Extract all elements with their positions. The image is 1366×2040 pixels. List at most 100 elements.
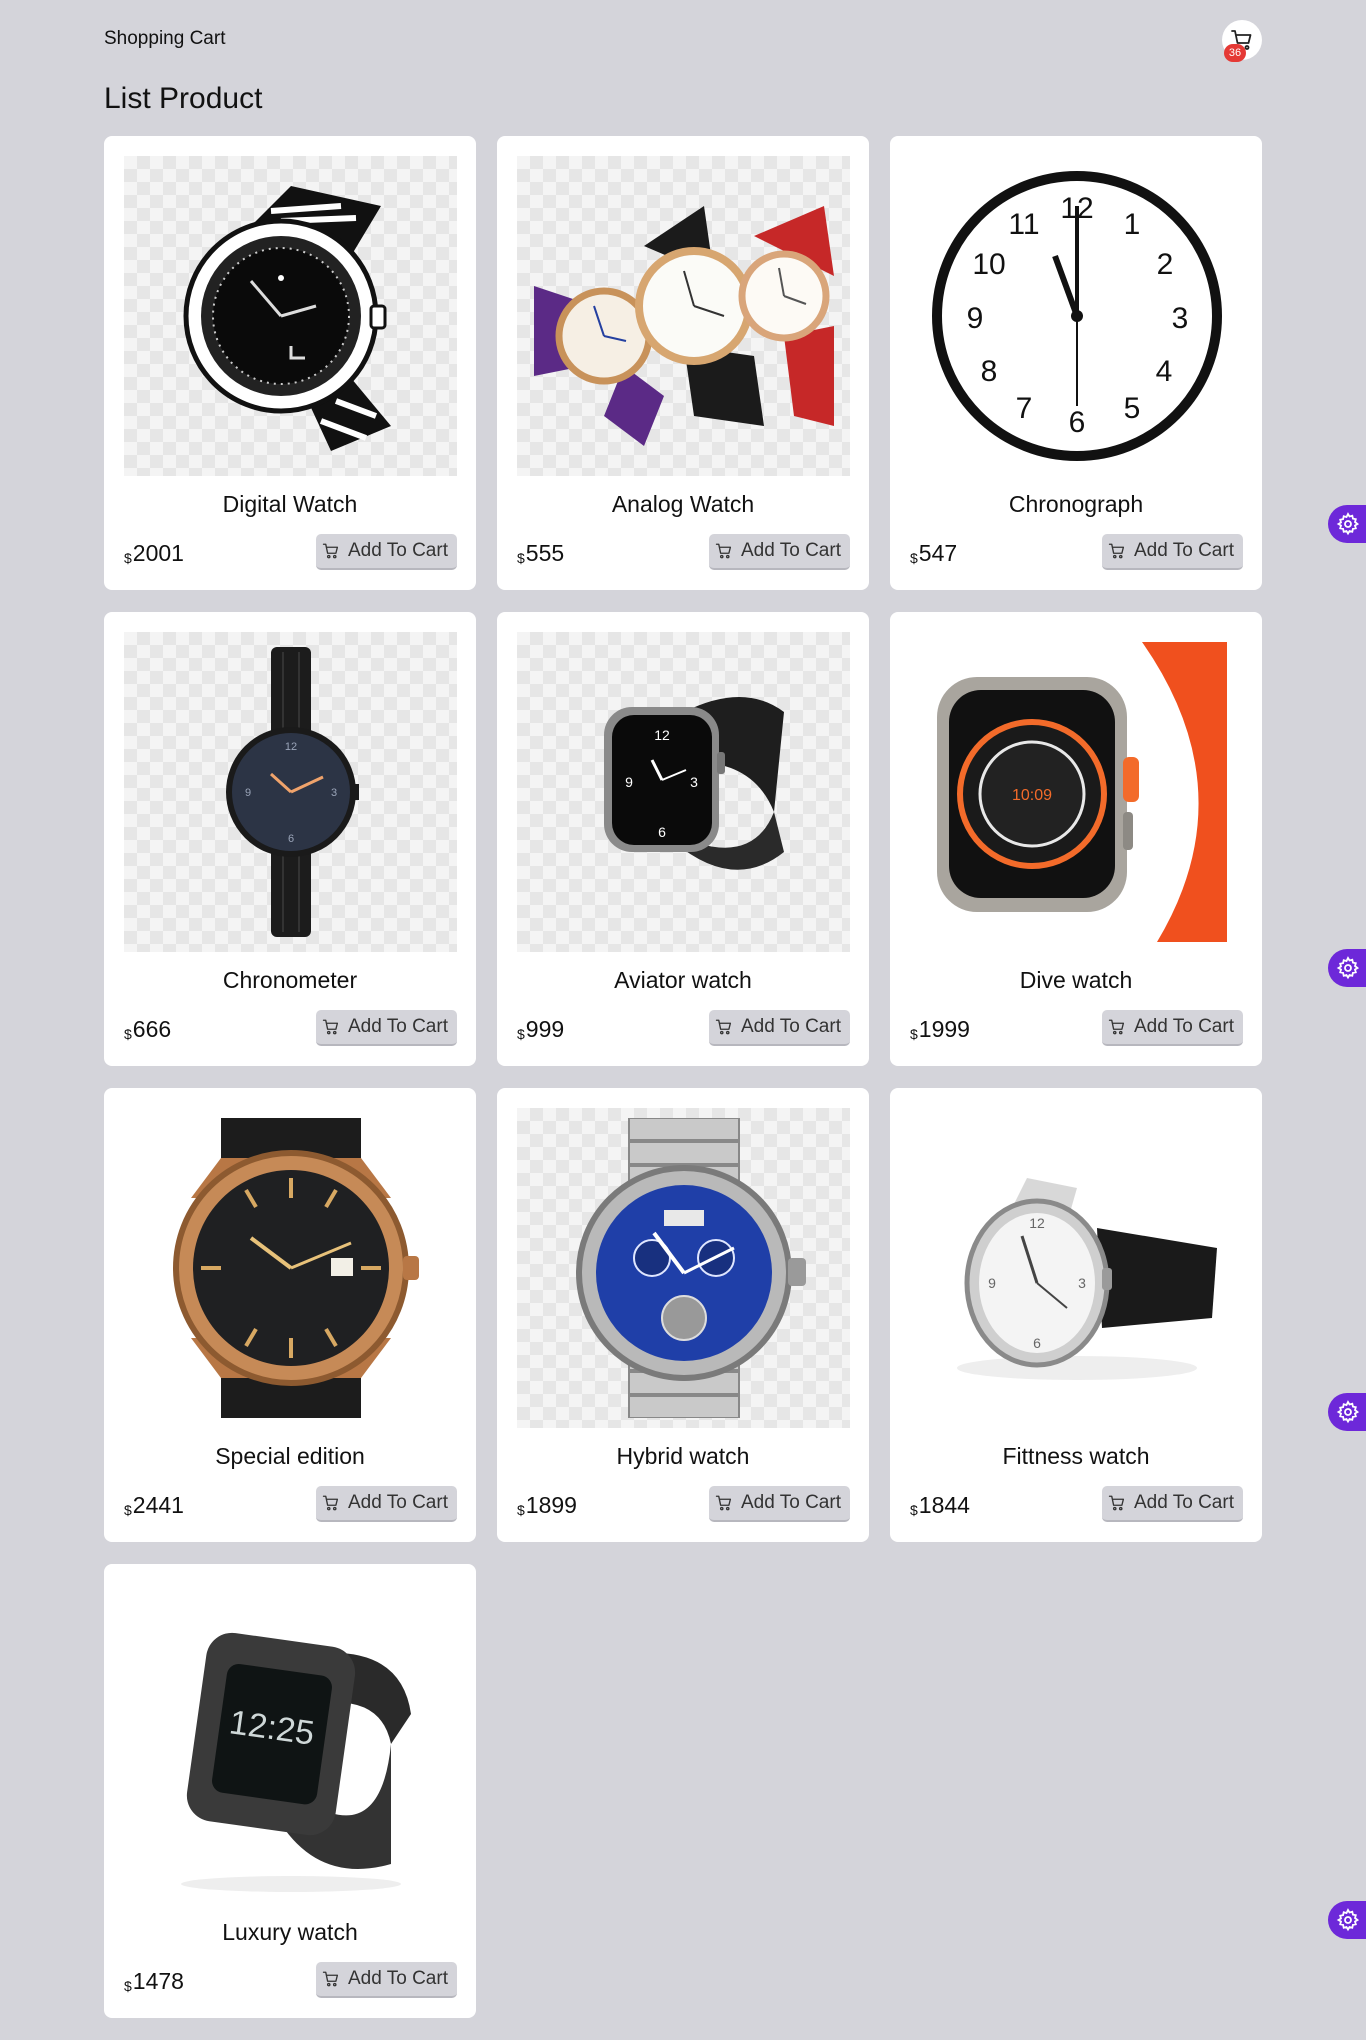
svg-text:6: 6 [1068,406,1085,439]
product-name: Analog Watch [611,491,755,517]
product-image: 12:25 [124,1584,457,1904]
product-price: $547 [910,540,958,566]
analog-watch-image [533,206,834,446]
chronometer-image: 12 3 6 9 [225,647,359,937]
chronograph-image: 12 1 2 3 4 5 6 7 8 9 10 11 [931,171,1222,461]
svg-text:11: 11 [1008,208,1039,241]
gear-icon [1336,512,1360,536]
product-image: 12 3 6 9 [910,1108,1243,1428]
product-name: Hybrid watch [616,1443,750,1469]
product-card: 12 3 6 9 Aviator watch $999 Add To Cart [497,612,869,1066]
product-name: Chronometer [222,967,358,993]
svg-text:10:09: 10:09 [1011,787,1051,804]
product-price: $2441 [124,1492,184,1518]
svg-text:12: 12 [1029,1215,1045,1231]
add-to-cart-button[interactable]: Add To Cart [316,1962,457,1998]
svg-text:3: 3 [690,774,698,790]
svg-text:7: 7 [1015,392,1032,425]
product-price: $1999 [910,1016,970,1042]
svg-text:6: 6 [658,824,666,840]
product-card: Special edition $2441 Add To Cart [104,1088,476,1542]
gear-icon [1336,956,1360,980]
svg-text:9: 9 [988,1275,996,1291]
dive-watch-image: 10:09 [936,642,1227,942]
cart-icon [1108,1495,1125,1511]
brand-title[interactable]: Shopping Cart [104,28,225,50]
cart-icon [715,543,732,559]
product-card: Hybrid watch $1899 Add To Cart [497,1088,869,1542]
product-name: Special edition [215,1443,365,1469]
product-price: $2001 [124,540,184,566]
product-name: Digital Watch [222,491,358,517]
cart-icon [322,543,339,559]
gear-icon [1336,1400,1360,1424]
add-to-cart-button[interactable]: Add To Cart [316,534,457,570]
product-image [124,1108,457,1428]
svg-text:6: 6 [287,833,293,845]
cart-icon [322,1495,339,1511]
special-edition-image [172,1118,419,1418]
add-to-cart-button[interactable]: Add To Cart [1102,1010,1243,1046]
cart-icon [1108,1019,1125,1035]
add-to-cart-button[interactable]: Add To Cart [1102,1486,1243,1522]
cart-icon [715,1019,732,1035]
product-image [124,156,457,476]
product-card: 10:09 Dive watch $1999 Add To Cart [890,612,1262,1066]
product-image: 10:09 [910,632,1243,952]
svg-text:12: 12 [284,741,296,753]
svg-text:9: 9 [966,302,983,335]
product-name: Luxury watch [222,1919,358,1945]
svg-text:12: 12 [654,727,670,743]
product-price: $1478 [124,1968,184,1994]
cart-icon [715,1495,732,1511]
svg-text:3: 3 [1171,302,1188,335]
add-to-cart-button[interactable]: Add To Cart [316,1010,457,1046]
svg-text:9: 9 [625,774,633,790]
hybrid-watch-image [575,1118,806,1418]
aviator-watch-image: 12 3 6 9 [603,697,784,870]
product-image [517,1108,850,1428]
settings-tab[interactable] [1328,949,1366,987]
product-grid: Digital Watch $2001 Add To Cart Analog W… [104,136,1264,2018]
svg-text:10: 10 [972,248,1005,281]
add-to-cart-button[interactable]: Add To Cart [709,534,850,570]
svg-text:9: 9 [244,787,250,799]
product-price: $666 [124,1016,172,1042]
cart-icon [1108,543,1125,559]
page-title: List Product [104,82,263,115]
luxury-watch-image: 12:25 [180,1632,411,1892]
gear-icon [1336,1908,1360,1932]
product-image: 12 3 6 9 [124,632,457,952]
settings-tab[interactable] [1328,1393,1366,1431]
product-card: 12 3 6 9 Chronometer $666 Add To Cart [104,612,476,1066]
settings-tab[interactable] [1328,1901,1366,1939]
cart-icon [322,1019,339,1035]
header: Shopping Cart 36 [104,20,1262,84]
product-card: Digital Watch $2001 Add To Cart [104,136,476,590]
add-to-cart-button[interactable]: Add To Cart [1102,534,1243,570]
add-to-cart-button[interactable]: Add To Cart [709,1010,850,1046]
product-name: Fittness watch [1002,1443,1150,1469]
product-price: $1899 [517,1492,577,1518]
settings-tab[interactable] [1328,505,1366,543]
add-to-cart-button[interactable]: Add To Cart [709,1486,850,1522]
product-image: 12 1 2 3 4 5 6 7 8 9 10 11 [910,156,1243,476]
svg-text:1: 1 [1123,208,1140,241]
svg-text:3: 3 [1078,1275,1086,1291]
svg-text:5: 5 [1123,392,1140,425]
svg-text:8: 8 [980,355,997,388]
cart-button[interactable]: 36 [1222,20,1262,62]
product-card: 12:25 Luxury watch $1478 Add To Cart [104,1564,476,2018]
product-image [517,156,850,476]
add-to-cart-button[interactable]: Add To Cart [316,1486,457,1522]
svg-text:6: 6 [1033,1335,1041,1351]
product-price: $999 [517,1016,565,1042]
cart-count-badge: 36 [1224,44,1246,62]
svg-text:3: 3 [330,787,336,799]
product-card: Analog Watch $555 Add To Cart [497,136,869,590]
product-card: 12 3 6 9 Fittness watch $1844 Add To Cart [890,1088,1262,1542]
product-price: $1844 [910,1492,970,1518]
product-card: 12 1 2 3 4 5 6 7 8 9 10 11 Chronograph $… [890,136,1262,590]
cart-icon [322,1971,339,1987]
svg-text:4: 4 [1155,355,1172,388]
